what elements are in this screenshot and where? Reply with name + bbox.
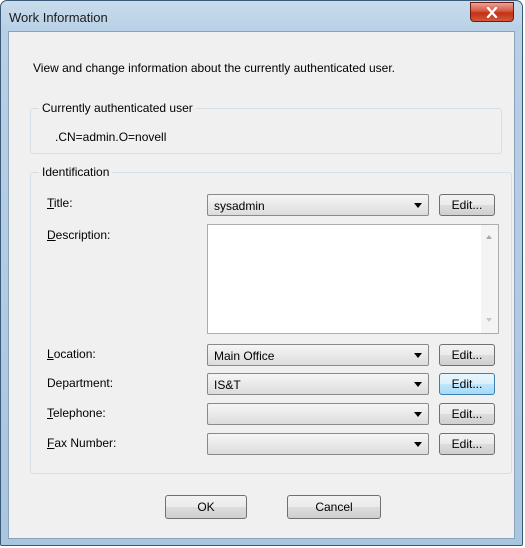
cancel-button[interactable]: Cancel xyxy=(287,495,381,519)
title-label: Title: xyxy=(47,196,73,210)
scroll-down-icon[interactable] xyxy=(486,318,492,322)
title-value: sysadmin xyxy=(214,199,265,213)
scroll-up-icon[interactable] xyxy=(486,235,492,239)
dialog-client-area: View and change information about the cu… xyxy=(8,31,515,539)
chevron-down-icon xyxy=(414,442,422,447)
authenticated-user-value: .CN=admin.O=novell xyxy=(55,130,167,144)
fax-edit-button[interactable]: Edit... xyxy=(439,433,495,455)
chevron-down-icon xyxy=(414,382,422,387)
telephone-edit-button[interactable]: Edit... xyxy=(439,403,495,425)
close-button[interactable] xyxy=(470,2,514,22)
user-group-label: Currently authenticated user xyxy=(39,101,196,115)
close-icon xyxy=(486,7,498,18)
title-bar[interactable]: Work Information xyxy=(1,1,522,31)
department-label: Department: xyxy=(47,376,114,390)
department-combobox[interactable]: IS&T xyxy=(207,373,429,395)
description-textarea[interactable] xyxy=(207,224,499,334)
chevron-down-icon xyxy=(414,353,422,358)
chevron-down-icon xyxy=(414,203,422,208)
description-scrollbar[interactable] xyxy=(481,225,498,333)
chevron-down-icon xyxy=(414,412,422,417)
identification-group-label: Identification xyxy=(39,165,113,179)
department-value: IS&T xyxy=(214,378,241,392)
telephone-label: Telephone: xyxy=(47,406,106,420)
fax-label: Fax Number: xyxy=(47,436,117,450)
dialog-window: Work Information View and change informa… xyxy=(0,0,523,546)
location-label: Location: xyxy=(47,347,96,361)
fax-combobox[interactable] xyxy=(207,433,429,455)
description-label: Description: xyxy=(47,228,111,242)
location-value: Main Office xyxy=(214,349,275,363)
title-edit-button[interactable]: Edit... xyxy=(439,194,495,216)
window-title: Work Information xyxy=(9,10,108,25)
ok-button[interactable]: OK xyxy=(165,495,247,519)
telephone-combobox[interactable] xyxy=(207,403,429,425)
location-edit-button[interactable]: Edit... xyxy=(439,344,495,366)
intro-text: View and change information about the cu… xyxy=(33,61,396,75)
location-combobox[interactable]: Main Office xyxy=(207,344,429,366)
department-edit-button[interactable]: Edit... xyxy=(439,373,495,395)
title-combobox[interactable]: sysadmin xyxy=(207,194,429,216)
